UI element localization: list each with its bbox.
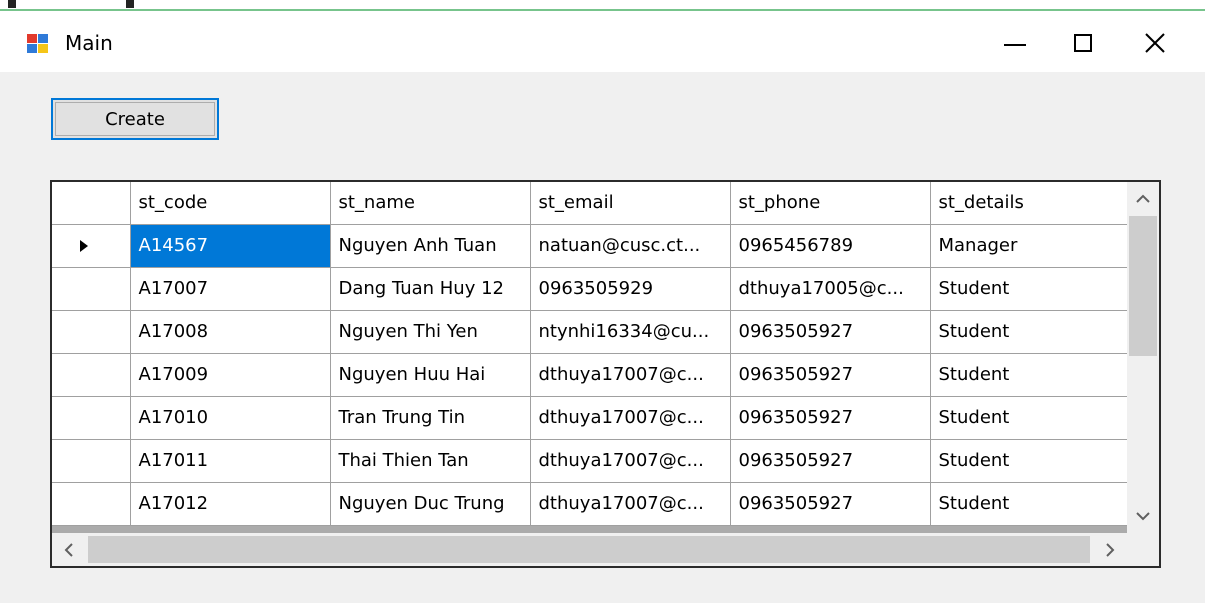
minimize-icon [1004, 44, 1026, 46]
cell-st-details[interactable]: Student [930, 353, 1131, 397]
cell-st-email[interactable]: natuan@cusc.ct... [530, 224, 731, 268]
cell-st-phone[interactable]: 0965456789 [730, 224, 931, 268]
create-button[interactable]: Create [51, 98, 219, 140]
table-row[interactable]: A17008 Nguyen Thi Yen ntynhi16334@cu... … [52, 310, 1131, 354]
background-window-mark [126, 0, 134, 8]
cell-st-phone[interactable]: 0963505927 [730, 310, 931, 354]
header-row: st_code st_name st_email st_phone st_det… [52, 182, 1131, 225]
cell-st-name[interactable]: Nguyen Huu Hai [330, 353, 531, 397]
cell-st-phone[interactable]: 0963505927 [730, 353, 931, 397]
cell-st-email[interactable]: dthuya17007@c... [530, 482, 731, 526]
maximize-button[interactable] [1048, 14, 1118, 72]
cell-st-name[interactable]: Dang Tuan Huy 12 [330, 267, 531, 311]
maximize-icon [1074, 34, 1092, 52]
cell-st-phone[interactable]: 0963505927 [730, 396, 931, 440]
scroll-left-icon[interactable] [52, 533, 86, 566]
table-row[interactable]: A17007 Dang Tuan Huy 12 0963505929 dthuy… [52, 267, 1131, 311]
row-header[interactable] [52, 310, 131, 354]
table-row[interactable]: A17012 Nguyen Duc Trung dthuya17007@c...… [52, 482, 1131, 526]
title-bar: Main [0, 14, 1205, 72]
horizontal-scrollbar[interactable] [52, 533, 1127, 566]
create-button-label: Create [105, 108, 165, 130]
cell-st-code[interactable]: A17012 [130, 482, 331, 526]
cell-st-details[interactable]: Student [930, 396, 1131, 440]
scrollbar-corner [1127, 533, 1159, 566]
minimize-button[interactable] [980, 14, 1050, 72]
cell-st-code[interactable]: A17011 [130, 439, 331, 483]
cell-st-details[interactable]: Student [930, 482, 1131, 526]
row-header[interactable] [52, 224, 131, 268]
row-header[interactable] [52, 353, 131, 397]
background-window-mark [8, 0, 16, 8]
row-header[interactable] [52, 396, 131, 440]
cell-st-details[interactable]: Student [930, 267, 1131, 311]
cell-st-phone[interactable]: 0963505927 [730, 439, 931, 483]
background-window-strip [0, 0, 1205, 14]
cell-st-name[interactable]: Nguyen Anh Tuan [330, 224, 531, 268]
scroll-up-icon[interactable] [1127, 182, 1159, 216]
cell-st-code[interactable]: A17009 [130, 353, 331, 397]
table-row[interactable]: A14567 Nguyen Anh Tuan natuan@cusc.ct...… [52, 224, 1131, 268]
data-grid-table: st_code st_name st_email st_phone st_det… [52, 182, 1131, 526]
cell-st-code[interactable]: A17007 [130, 267, 331, 311]
cell-st-name[interactable]: Tran Trung Tin [330, 396, 531, 440]
row-header[interactable] [52, 267, 131, 311]
cell-st-details[interactable]: Student [930, 310, 1131, 354]
cell-st-details[interactable]: Manager [930, 224, 1131, 268]
table-row[interactable]: A17009 Nguyen Huu Hai dthuya17007@c... 0… [52, 353, 1131, 397]
cell-st-phone[interactable]: 0963505927 [730, 482, 931, 526]
cell-st-code[interactable]: A17008 [130, 310, 331, 354]
cell-st-name[interactable]: Nguyen Thi Yen [330, 310, 531, 354]
table-row[interactable]: A17010 Tran Trung Tin dthuya17007@c... 0… [52, 396, 1131, 440]
vertical-scrollbar[interactable] [1127, 182, 1159, 533]
current-row-arrow-icon [80, 239, 88, 252]
window-title: Main [65, 31, 113, 55]
app-icon [27, 34, 49, 54]
scroll-right-icon[interactable] [1093, 533, 1127, 566]
column-header-st-email[interactable]: st_email [530, 182, 731, 225]
corner-header[interactable] [52, 182, 131, 225]
cell-st-code[interactable]: A17010 [130, 396, 331, 440]
table-row[interactable]: A17011 Thai Thien Tan dthuya17007@c... 0… [52, 439, 1131, 483]
close-icon [1145, 33, 1165, 53]
cell-st-email[interactable]: dthuya17007@c... [530, 396, 731, 440]
cell-st-phone[interactable]: dthuya17005@c... [730, 267, 931, 311]
horizontal-scroll-thumb[interactable] [88, 536, 1090, 563]
cell-st-email[interactable]: dthuya17007@c... [530, 353, 731, 397]
cell-st-email[interactable]: ntynhi16334@cu... [530, 310, 731, 354]
row-header[interactable] [52, 482, 131, 526]
cell-st-name[interactable]: Nguyen Duc Trung [330, 482, 531, 526]
cell-st-email[interactable]: dthuya17007@c... [530, 439, 731, 483]
cell-st-email[interactable]: 0963505929 [530, 267, 731, 311]
cell-st-name[interactable]: Thai Thien Tan [330, 439, 531, 483]
scroll-down-icon[interactable] [1127, 499, 1159, 533]
vertical-scroll-thumb[interactable] [1129, 216, 1157, 356]
cell-st-code[interactable]: A14567 [130, 224, 331, 268]
data-grid[interactable]: st_code st_name st_email st_phone st_det… [50, 180, 1161, 568]
background-window-edge [0, 9, 1205, 11]
row-header[interactable] [52, 439, 131, 483]
column-header-st-code[interactable]: st_code [130, 182, 331, 225]
cell-st-details[interactable]: Student [930, 439, 1131, 483]
column-header-st-phone[interactable]: st_phone [730, 182, 931, 225]
column-header-st-name[interactable]: st_name [330, 182, 531, 225]
column-header-st-details[interactable]: st_details [930, 182, 1131, 225]
close-button[interactable] [1120, 14, 1190, 72]
